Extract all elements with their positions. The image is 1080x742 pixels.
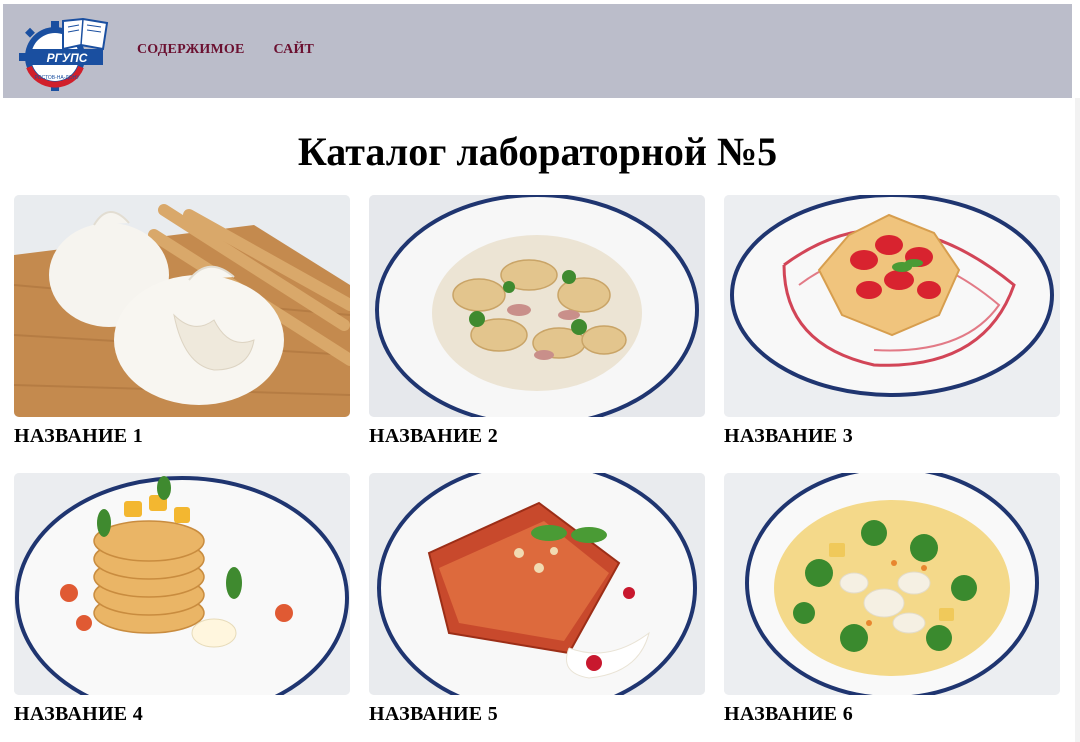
catalog-card-title[interactable]: НАЗВАНИЕ 3 [724,425,1060,448]
catalog-card[interactable]: НАЗВАНИЕ 6 [724,473,1060,726]
catalog-card-title[interactable]: НАЗВАНИЕ 2 [369,425,705,448]
university-logo[interactable]: РГУПС РОСТОВ-НА-ДОНУ [13,15,109,91]
main-nav: СОДЕРЖИМОЕ САЙТ [137,42,314,58]
page-title: Каталог лабораторной №5 [297,129,778,174]
catalog-image-pancakes[interactable] [14,473,350,695]
catalog-card-title[interactable]: НАЗВАНИЕ 1 [14,425,350,448]
catalog-card-title[interactable]: НАЗВАНИЕ 4 [14,703,350,726]
catalog-card-title[interactable]: НАЗВАНИЕ 5 [369,703,705,726]
catalog-card[interactable]: НАЗВАНИЕ 5 [369,473,705,726]
nav-link-site[interactable]: САЙТ [274,42,315,58]
nav-link-content[interactable]: СОДЕРЖИМОЕ [137,42,245,58]
logo-subtext: РОСТОВ-НА-ДОНУ [35,75,81,81]
catalog-image-soup[interactable] [724,473,1060,695]
catalog-card[interactable]: НАЗВАНИЕ 1 [14,195,350,448]
catalog-image-lasagna[interactable] [369,473,705,695]
catalog-image-pasta[interactable] [369,195,705,417]
catalog-card[interactable]: НАЗВАНИЕ 4 [14,473,350,726]
catalog-card-title[interactable]: НАЗВАНИЕ 6 [724,703,1060,726]
catalog-card[interactable]: НАЗВАНИЕ 2 [369,195,705,448]
catalog-card[interactable]: НАЗВАНИЕ 3 [724,195,1060,448]
catalog-image-burrata[interactable] [14,195,350,417]
site-header: РГУПС РОСТОВ-НА-ДОНУ СОДЕРЖИМОЕ САЙТ [3,4,1072,98]
logo-text: РГУПС [47,51,88,65]
catalog-image-dessert[interactable] [724,195,1060,417]
scrollbar-track[interactable] [1075,98,1080,742]
